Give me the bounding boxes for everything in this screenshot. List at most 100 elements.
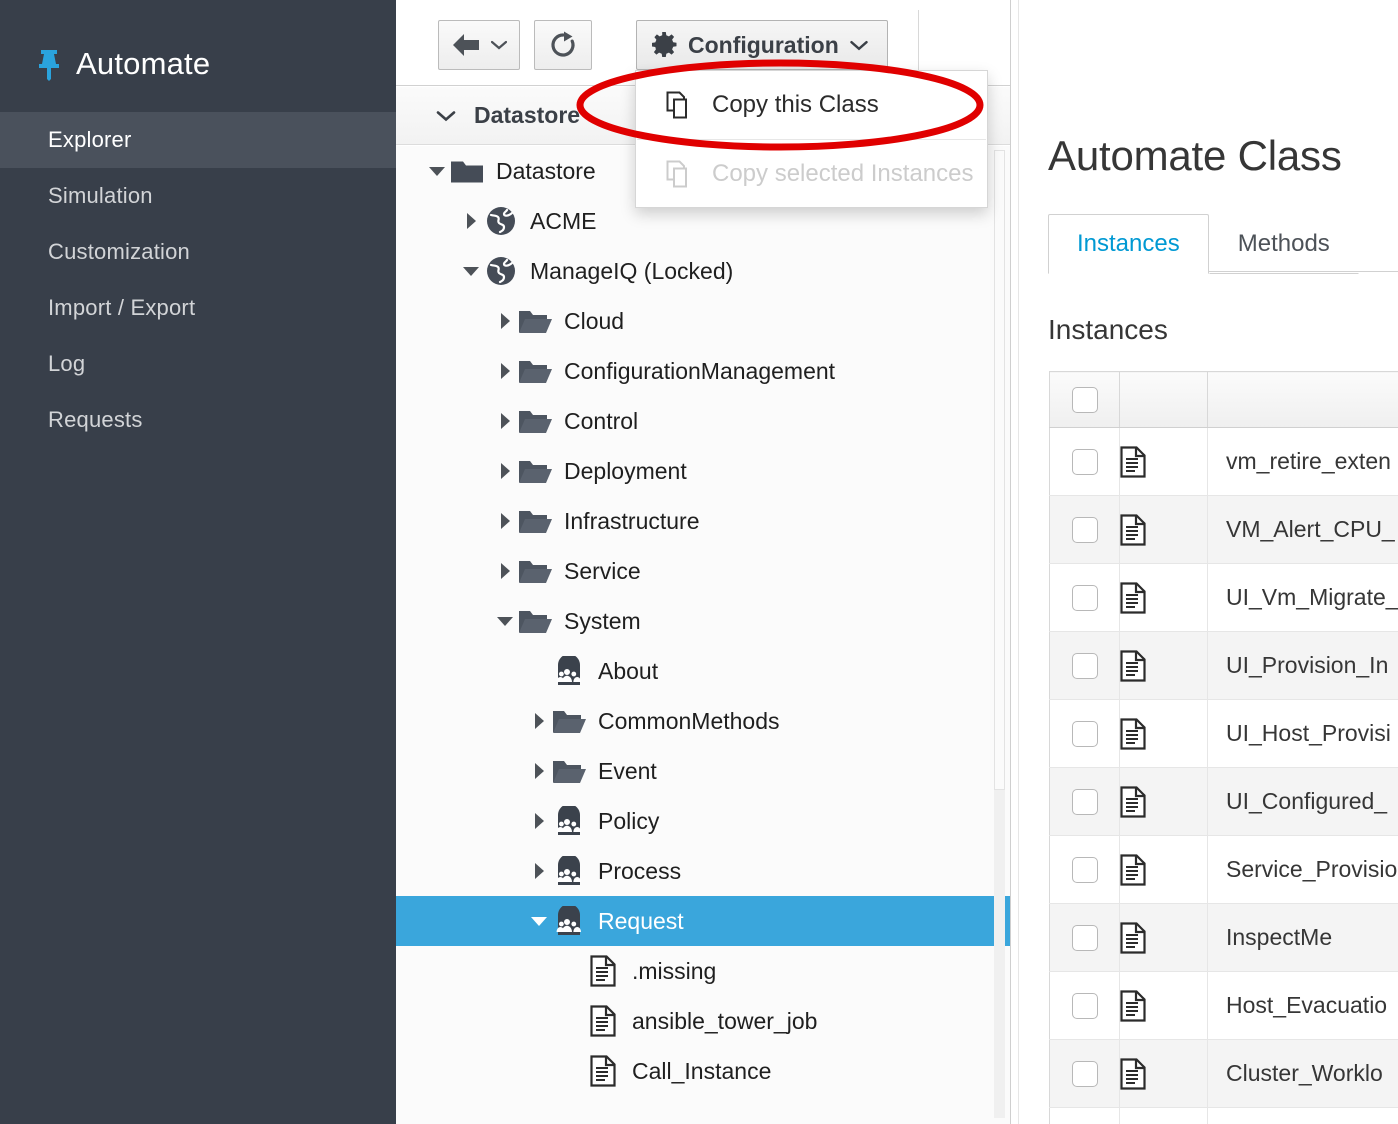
- tree-node[interactable]: ConfigurationManagement: [396, 346, 1010, 396]
- chevron-right-icon[interactable]: [528, 812, 550, 830]
- instance-name: Host_Evacuatio: [1226, 992, 1387, 1018]
- table-row[interactable]: [1050, 1108, 1398, 1124]
- row-name-cell[interactable]: UI_Host_Provisi: [1208, 700, 1398, 768]
- row-select-cell[interactable]: [1050, 768, 1120, 836]
- back-button[interactable]: [438, 20, 520, 70]
- row-checkbox[interactable]: [1072, 721, 1098, 747]
- row-checkbox[interactable]: [1072, 517, 1098, 543]
- table-row[interactable]: vm_retire_exten: [1050, 428, 1398, 496]
- row-select-cell[interactable]: [1050, 496, 1120, 564]
- chevron-down-icon[interactable]: [426, 165, 448, 177]
- row-name-cell[interactable]: [1208, 1108, 1398, 1124]
- chevron-right-icon[interactable]: [528, 712, 550, 730]
- chevron-down-icon: [436, 110, 456, 122]
- tree-node[interactable]: Control: [396, 396, 1010, 446]
- tree-node[interactable]: About: [396, 646, 1010, 696]
- row-select-cell[interactable]: [1050, 428, 1120, 496]
- row-checkbox[interactable]: [1072, 857, 1098, 883]
- tree-node[interactable]: Cloud: [396, 296, 1010, 346]
- tree-node[interactable]: Request: [396, 896, 1010, 946]
- chevron-down-icon[interactable]: [494, 615, 516, 627]
- chevron-right-icon[interactable]: [494, 512, 516, 530]
- row-name-cell[interactable]: UI_Configured_: [1208, 768, 1398, 836]
- instance-name: vm_retire_exten: [1226, 448, 1391, 474]
- row-name-cell[interactable]: Service_Provisio: [1208, 836, 1398, 904]
- tree-node[interactable]: Process: [396, 846, 1010, 896]
- chevron-right-icon[interactable]: [494, 462, 516, 480]
- table-row[interactable]: UI_Provision_In: [1050, 632, 1398, 700]
- table-row[interactable]: Service_Provisio: [1050, 836, 1398, 904]
- row-checkbox[interactable]: [1072, 1061, 1098, 1087]
- tree-node-label: Infrastructure: [564, 508, 700, 535]
- sidebar-item-requests[interactable]: Requests: [0, 392, 396, 448]
- chevron-right-icon[interactable]: [494, 312, 516, 330]
- chevron-right-icon[interactable]: [494, 412, 516, 430]
- chevron-right-icon[interactable]: [460, 212, 482, 230]
- class-icon: [550, 906, 588, 936]
- row-select-cell[interactable]: [1050, 700, 1120, 768]
- table-row[interactable]: UI_Configured_: [1050, 768, 1398, 836]
- row-select-cell[interactable]: [1050, 904, 1120, 972]
- row-name-cell[interactable]: Cluster_Worklo: [1208, 1040, 1398, 1108]
- tree-node[interactable]: Service: [396, 546, 1010, 596]
- datastore-tree[interactable]: DatastoreACMEManageIQ (Locked)CloudConfi…: [396, 146, 1010, 1124]
- row-name-cell[interactable]: InspectMe: [1208, 904, 1398, 972]
- table-row[interactable]: InspectMe: [1050, 904, 1398, 972]
- chevron-right-icon[interactable]: [494, 362, 516, 380]
- sidebar-item-log[interactable]: Log: [0, 336, 396, 392]
- row-name-cell[interactable]: Host_Evacuatio: [1208, 972, 1398, 1040]
- tree-scrollbar-thumb[interactable]: [994, 150, 1005, 790]
- row-name-cell[interactable]: UI_Vm_Migrate_: [1208, 564, 1398, 632]
- tab-methods[interactable]: Methods: [1209, 214, 1359, 274]
- row-name-cell[interactable]: VM_Alert_CPU_: [1208, 496, 1398, 564]
- row-checkbox[interactable]: [1072, 789, 1098, 815]
- select-all-checkbox[interactable]: [1072, 387, 1098, 413]
- table-row[interactable]: Host_Evacuatio: [1050, 972, 1398, 1040]
- table-row[interactable]: UI_Vm_Migrate_: [1050, 564, 1398, 632]
- sidebar-item-explorer[interactable]: Explorer: [0, 112, 396, 168]
- tree-node[interactable]: ManageIQ (Locked): [396, 246, 1010, 296]
- tree-node[interactable]: Infrastructure: [396, 496, 1010, 546]
- row-checkbox[interactable]: [1072, 653, 1098, 679]
- tree-node-label: .missing: [632, 958, 716, 985]
- refresh-button[interactable]: [534, 20, 592, 70]
- row-checkbox[interactable]: [1072, 449, 1098, 475]
- tab-instances[interactable]: Instances: [1048, 214, 1209, 274]
- row-select-cell[interactable]: [1050, 972, 1120, 1040]
- row-select-cell[interactable]: [1050, 632, 1120, 700]
- primary-sidebar: Automate Explorer Simulation Customizati…: [0, 0, 396, 1124]
- domain-globe-icon: [482, 205, 520, 237]
- select-all-header[interactable]: [1050, 372, 1120, 428]
- tree-node[interactable]: System: [396, 596, 1010, 646]
- sidebar-item-customization[interactable]: Customization: [0, 224, 396, 280]
- table-row[interactable]: VM_Alert_CPU_: [1050, 496, 1398, 564]
- row-checkbox[interactable]: [1072, 993, 1098, 1019]
- table-row[interactable]: Cluster_Worklo: [1050, 1040, 1398, 1108]
- sidebar-item-import-export[interactable]: Import / Export: [0, 280, 396, 336]
- row-select-cell[interactable]: [1050, 836, 1120, 904]
- menu-item-copy-this-class[interactable]: Copy this Class: [636, 71, 987, 139]
- row-select-cell[interactable]: [1050, 1040, 1120, 1108]
- chevron-down-icon[interactable]: [460, 265, 482, 277]
- tree-node[interactable]: Event: [396, 746, 1010, 796]
- tree-node[interactable]: CommonMethods: [396, 696, 1010, 746]
- row-name-cell[interactable]: UI_Provision_In: [1208, 632, 1398, 700]
- tree-node[interactable]: Policy: [396, 796, 1010, 846]
- row-select-cell[interactable]: [1050, 564, 1120, 632]
- tree-node[interactable]: Deployment: [396, 446, 1010, 496]
- tree-node[interactable]: Call_Instance: [396, 1046, 1010, 1096]
- row-select-cell[interactable]: [1050, 1108, 1120, 1124]
- chevron-right-icon[interactable]: [528, 762, 550, 780]
- chevron-right-icon[interactable]: [494, 562, 516, 580]
- tree-node[interactable]: .missing: [396, 946, 1010, 996]
- chevron-right-icon[interactable]: [528, 862, 550, 880]
- panel-divider[interactable]: [1010, 0, 1019, 1124]
- row-name-cell[interactable]: vm_retire_exten: [1208, 428, 1398, 496]
- row-checkbox[interactable]: [1072, 925, 1098, 951]
- tree-node[interactable]: ansible_tower_job: [396, 996, 1010, 1046]
- sidebar-item-simulation[interactable]: Simulation: [0, 168, 396, 224]
- table-row[interactable]: UI_Host_Provisi: [1050, 700, 1398, 768]
- chevron-down-icon[interactable]: [528, 915, 550, 927]
- row-checkbox[interactable]: [1072, 585, 1098, 611]
- configuration-button[interactable]: Configuration: [636, 20, 888, 70]
